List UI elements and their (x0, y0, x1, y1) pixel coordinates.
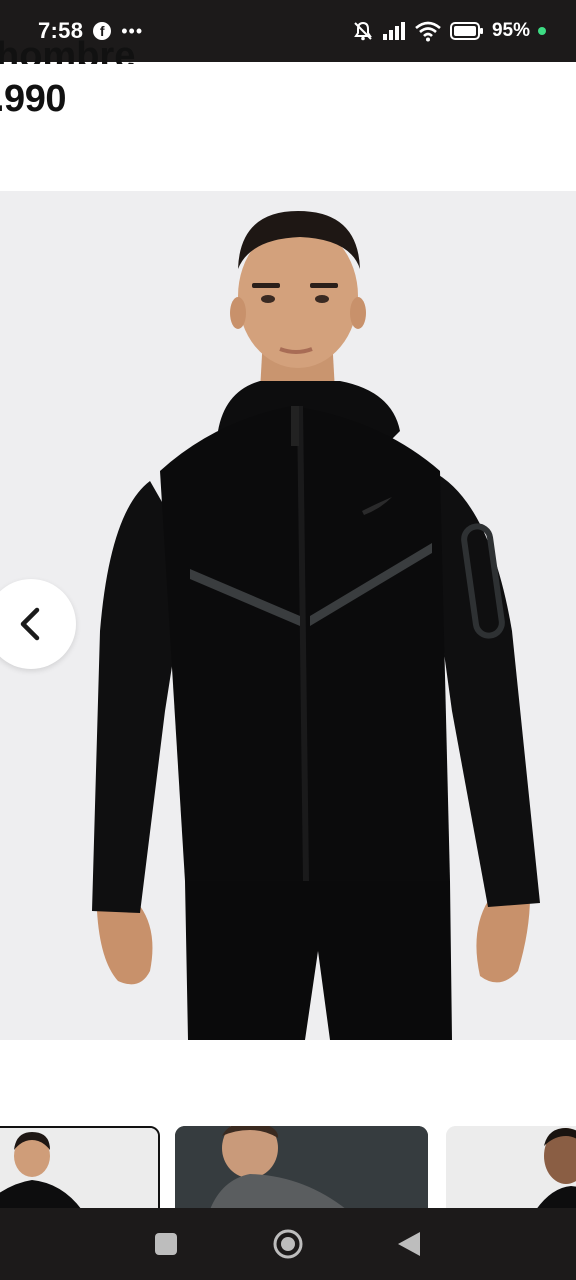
home-icon (273, 1229, 303, 1259)
privacy-indicator-dot (538, 27, 546, 35)
product-title: hombre (0, 34, 135, 64)
back-button[interactable] (396, 1230, 422, 1258)
thumbnail-3-image (446, 1126, 576, 1210)
recents-icon (155, 1233, 177, 1255)
product-price: .990 (0, 78, 66, 120)
product-photo (0, 191, 576, 1040)
thumbnail-strip (0, 1126, 576, 1210)
status-right: 95% (352, 20, 546, 42)
product-title-text: hombre (0, 35, 136, 64)
battery-icon (449, 22, 483, 40)
thumbnail-1[interactable] (0, 1126, 160, 1210)
thumbnail-1-image (0, 1128, 158, 1210)
recents-button[interactable] (154, 1232, 178, 1256)
signal-icon (382, 22, 405, 40)
wifi-icon (415, 21, 441, 42)
system-navigation-bar (0, 1208, 576, 1280)
chevron-left-icon (20, 607, 40, 641)
home-button[interactable] (272, 1228, 304, 1260)
battery-percent: 95% (491, 20, 530, 41)
mute-icon (354, 21, 372, 41)
product-image[interactable] (0, 191, 576, 1040)
thumbnail-3[interactable] (446, 1126, 576, 1210)
thumbnail-2[interactable] (175, 1126, 428, 1210)
thumbnail-2-image (175, 1126, 428, 1210)
back-icon (398, 1232, 420, 1256)
